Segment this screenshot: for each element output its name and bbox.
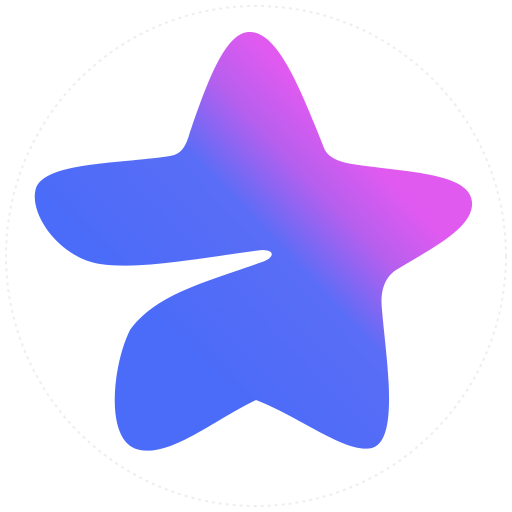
gradient-star-logo-icon xyxy=(5,5,507,507)
app-icon-canvas xyxy=(0,0,512,512)
star-shape xyxy=(34,31,473,451)
